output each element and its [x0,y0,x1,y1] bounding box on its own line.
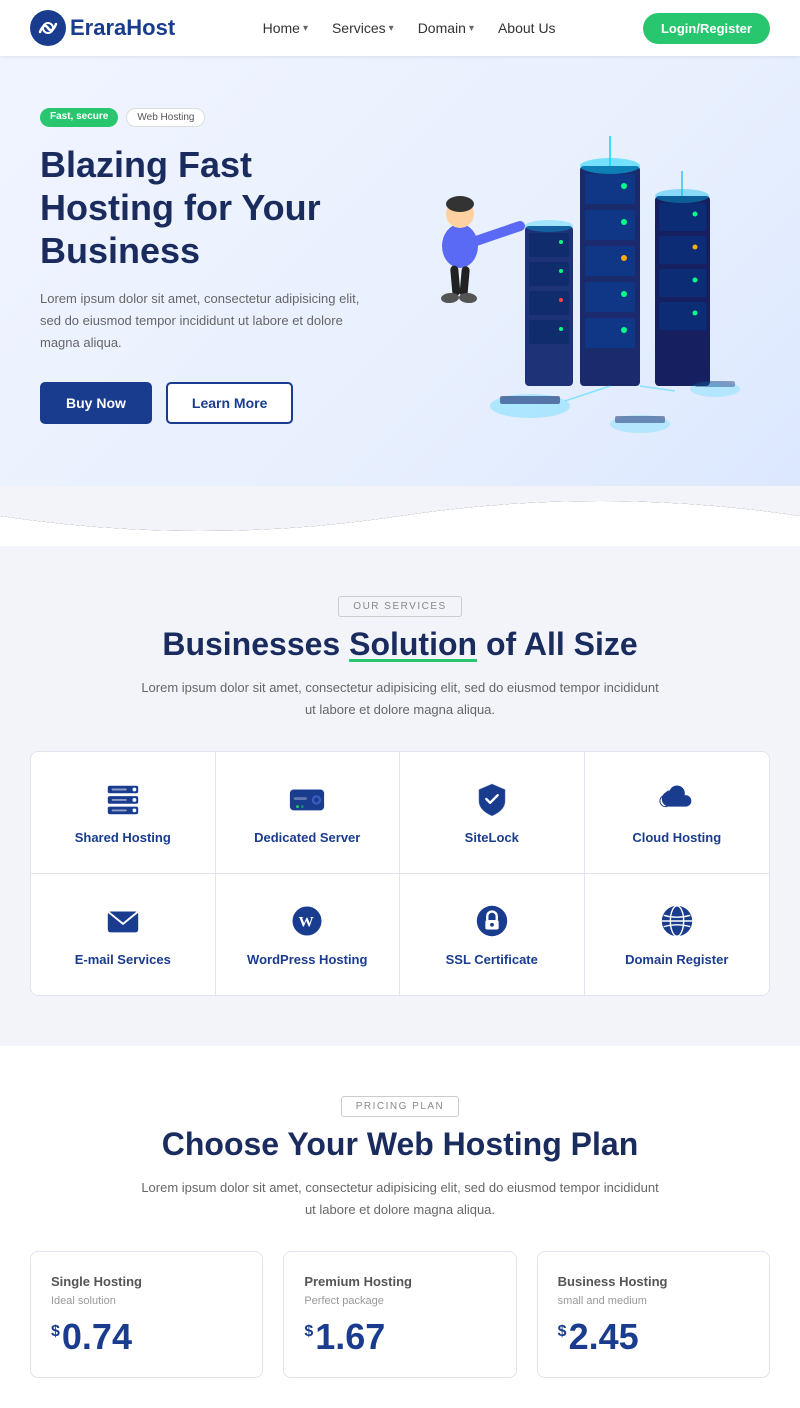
chevron-icon: ▾ [469,23,474,34]
plan-name: Business Hosting [558,1274,749,1289]
plan-price: $ 0.74 [51,1319,242,1355]
login-register-button[interactable]: Login/Register [643,13,770,44]
pricing-cards: Single Hosting Ideal solution $ 0.74 Pre… [30,1251,770,1378]
pricing-title: Choose Your Web Hosting Plan [30,1126,770,1163]
plan-sub: small and medium [558,1295,749,1307]
badge-web: Web Hosting [126,108,205,127]
hero-title: Blazing Fast Hosting for Your Business [40,143,380,273]
service-card-sitelock[interactable]: SiteLock [400,752,585,874]
service-name: Cloud Hosting [632,830,721,845]
nav-links: Home ▾ Services ▾ Domain ▾ About Us [263,20,556,36]
badge-fast: Fast, secure [40,108,118,127]
pricing-section: PRICING PLAN Choose Your Web Hosting Pla… [0,1046,800,1408]
plan-sub: Perfect package [304,1295,495,1307]
pricing-description: Lorem ipsum dolor sit amet, consectetur … [140,1177,660,1221]
hero-section: Fast, secure Web Hosting Blazing Fast Ho… [0,56,800,486]
server-icon [104,780,142,818]
plan-price: $ 2.45 [558,1319,749,1355]
service-card-cloud-hosting[interactable]: Cloud Hosting [585,752,770,874]
globe-icon [658,902,696,940]
hero-content: Fast, secure Web Hosting Blazing Fast Ho… [40,108,380,485]
plan-price: $ 1.67 [304,1319,495,1355]
services-grid: Shared Hosting Dedicated Server SiteLock… [30,751,770,996]
shield-icon [473,780,511,818]
envelope-icon [104,902,142,940]
learn-more-button[interactable]: Learn More [166,382,293,424]
hero-description: Lorem ipsum dolor sit amet, consectetur … [40,288,380,354]
service-card-email-services[interactable]: E-mail Services [31,874,216,995]
plan-name: Premium Hosting [304,1274,495,1289]
wave-divider [0,486,800,546]
pricing-card-premium[interactable]: Premium Hosting Perfect package $ 1.67 [283,1251,516,1378]
wordpress-icon: W [288,902,326,940]
chevron-icon: ▾ [303,23,308,34]
service-card-wordpress-hosting[interactable]: W WordPress Hosting [216,874,401,995]
cloud-icon [658,780,696,818]
plan-sub: Ideal solution [51,1295,242,1307]
service-name: E-mail Services [75,952,171,967]
service-name: WordPress Hosting [247,952,367,967]
logo-icon [30,10,66,46]
navbar: EraraHost Home ▾ Services ▾ Domain ▾ Abo… [0,0,800,56]
lock-circle-icon [473,902,511,940]
service-card-domain-register[interactable]: Domain Register [585,874,770,995]
nav-domain[interactable]: Domain ▾ [418,20,474,36]
hero-illustration [380,106,760,486]
svg-text:W: W [299,914,314,931]
chevron-icon: ▾ [389,23,394,34]
nav-home[interactable]: Home ▾ [263,20,308,36]
service-name: Domain Register [625,952,728,967]
service-card-ssl-certificate[interactable]: SSL Certificate [400,874,585,995]
service-name: SiteLock [465,830,519,845]
nav-about[interactable]: About Us [498,20,556,36]
logo[interactable]: EraraHost [30,10,175,46]
buy-now-button[interactable]: Buy Now [40,382,152,424]
hero-buttons: Buy Now Learn More [40,382,380,424]
service-name: Shared Hosting [75,830,171,845]
hdd-icon [288,780,326,818]
service-name: Dedicated Server [254,830,360,845]
hero-badges: Fast, secure Web Hosting [40,108,380,127]
services-section: OUR SERVICES Businesses Solution of All … [0,546,800,1046]
pricing-card-business[interactable]: Business Hosting small and medium $ 2.45 [537,1251,770,1378]
services-description: Lorem ipsum dolor sit amet, consectetur … [140,677,660,721]
plan-name: Single Hosting [51,1274,242,1289]
server-illustration-svg [380,126,760,486]
service-card-dedicated-server[interactable]: Dedicated Server [216,752,401,874]
nav-services[interactable]: Services ▾ [332,20,394,36]
pricing-label: PRICING PLAN [30,1096,770,1114]
logo-text: EraraHost [70,15,175,41]
service-card-shared-hosting[interactable]: Shared Hosting [31,752,216,874]
services-title: Businesses Solution of All Size [30,626,770,663]
services-label: OUR SERVICES [30,596,770,614]
pricing-card-single[interactable]: Single Hosting Ideal solution $ 0.74 [30,1251,263,1378]
service-name: SSL Certificate [446,952,538,967]
